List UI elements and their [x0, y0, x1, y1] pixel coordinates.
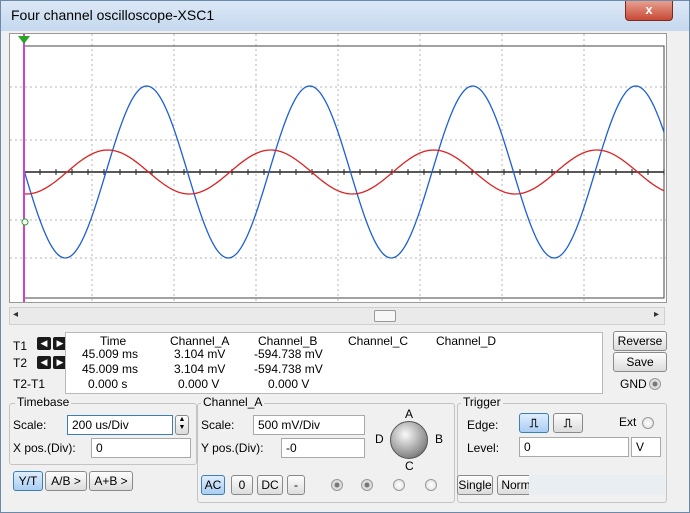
rising-edge-icon[interactable]: ⎍	[519, 413, 549, 433]
trigger-title: Trigger	[461, 395, 503, 409]
trigger-level-input[interactable]: 0	[519, 437, 629, 457]
row2-channel-a: 3.104 mV	[174, 362, 226, 376]
reverse-button[interactable]: Reverse	[613, 331, 667, 351]
row1-channel-a: 3.104 mV	[174, 347, 226, 361]
trigger-flag-icon[interactable]	[18, 36, 30, 44]
gnd-label: GND	[620, 377, 647, 391]
coupling-dc-button[interactable]: DC	[257, 475, 283, 495]
grid	[10, 34, 666, 302]
coupling-zero-button[interactable]: 0	[231, 475, 253, 495]
cursor-t2-label: T2	[13, 356, 28, 370]
channel-d-terminal[interactable]	[425, 479, 437, 491]
scroll-right-icon[interactable]: ▸	[654, 309, 659, 320]
row3-channel-b: 0.000 V	[268, 377, 310, 391]
title-bar: Four channel oscilloscope-XSC1 x	[1, 1, 689, 31]
col-header-channel-a: Channel_A	[170, 334, 230, 348]
trigger-edge-label: Edge:	[467, 418, 499, 432]
row1-time: 45.009 ms	[82, 347, 139, 361]
window-title: Four channel oscilloscope-XSC1	[11, 7, 215, 23]
channel-ypos-input[interactable]: -0	[281, 438, 365, 458]
selector-label-d: D	[375, 432, 384, 446]
coupling-invert-button[interactable]: -	[287, 475, 305, 495]
selector-label-c: C	[405, 459, 414, 473]
watermark-overlay	[529, 475, 665, 495]
channel-selector-knob[interactable]	[390, 421, 428, 459]
timebase-scale-input[interactable]: 200 us/Div	[67, 415, 173, 435]
channel-scale-label: Scale:	[201, 418, 235, 432]
timebase-title: Timebase	[15, 395, 72, 409]
scroll-thumb[interactable]	[374, 310, 396, 322]
selector-label-b: B	[435, 432, 444, 446]
t1-left-arrow-icon[interactable]: ◀	[37, 337, 51, 350]
cursor-t2-t1-label: T2-T1	[13, 377, 46, 391]
row3-channel-a: 0.000 V	[178, 377, 220, 391]
gnd-terminal[interactable]	[649, 378, 661, 390]
trigger-ext-terminal[interactable]	[642, 417, 654, 429]
col-header-channel-d: Channel_D	[436, 334, 497, 348]
col-header-channel-b: Channel_B	[258, 334, 318, 348]
channel-scale-input[interactable]: 500 mV/Div	[253, 415, 365, 435]
timebase-xpos-input[interactable]: 0	[91, 438, 191, 458]
row3-time: 0.000 s	[88, 377, 128, 391]
row2-channel-b: -594.738 mV	[254, 362, 323, 376]
cursor-t1-label: T1	[13, 339, 28, 353]
channel-ypos-label: Y pos.(Div):	[201, 441, 264, 455]
trigger-ext-label: Ext	[619, 415, 637, 429]
col-header-time: Time	[100, 334, 127, 348]
channel-a-terminal[interactable]	[331, 479, 343, 491]
oscilloscope-window: Four channel oscilloscope-XSC1 x ◂ ▸ T1 …	[0, 0, 690, 513]
scope-display	[9, 33, 667, 303]
measurement-readout: Time Channel_A Channel_B Channel_C Chann…	[65, 332, 603, 394]
mode-ab-button[interactable]: A/B >	[45, 471, 87, 491]
t2-left-arrow-icon[interactable]: ◀	[37, 356, 51, 369]
timebase-scale-spinner[interactable]: ▲ ▼	[175, 415, 189, 435]
horizontal-scrollbar[interactable]: ◂ ▸	[9, 307, 665, 325]
col-header-channel-c: Channel_C	[348, 334, 409, 348]
channel-c-terminal[interactable]	[393, 479, 405, 491]
channel-b-terminal[interactable]	[361, 479, 373, 491]
center-axis	[23, 169, 665, 175]
cursor-position-marker[interactable]	[21, 218, 29, 226]
timebase-xpos-label: X pos.(Div):	[13, 441, 76, 455]
row1-channel-b: -594.738 mV	[254, 347, 323, 361]
coupling-ac-button[interactable]: AC	[201, 475, 225, 495]
falling-edge-icon[interactable]: ⎍	[553, 413, 583, 433]
trigger-single-button[interactable]: Single	[457, 475, 493, 495]
trigger-level-unit[interactable]: V	[631, 437, 661, 457]
row2-time: 45.009 ms	[82, 362, 139, 376]
save-button[interactable]: Save	[613, 352, 667, 372]
timebase-scale-label: Scale:	[13, 418, 47, 432]
mode-yt-button[interactable]: Y/T	[13, 471, 43, 491]
close-button[interactable]: x	[625, 1, 673, 21]
selector-label-a: A	[405, 407, 414, 421]
scroll-left-icon[interactable]: ◂	[13, 309, 18, 320]
channel-title: Channel_A	[201, 395, 265, 409]
trigger-level-label: Level:	[467, 441, 500, 455]
mode-a-plus-b-button[interactable]: A+B >	[89, 471, 133, 491]
